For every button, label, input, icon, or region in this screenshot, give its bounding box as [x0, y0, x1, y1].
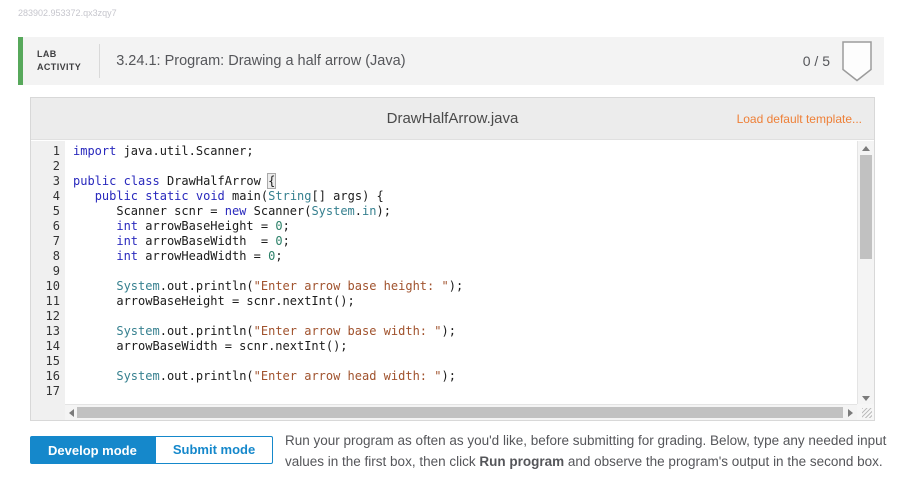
gutter: 1 2 3 4 5 6 7 8 9 10 11 12 13 14 15 16 17: [31, 141, 65, 420]
code-editor-card: DrawHalfArrow.java Load default template…: [30, 97, 875, 421]
vertical-scroll-thumb[interactable]: [860, 155, 872, 259]
line-number: 8: [52, 249, 60, 263]
code-line[interactable]: System.out.println("Enter arrow head wid…: [73, 369, 857, 384]
kicker-line-1: LAB: [37, 49, 57, 60]
line-number: 11: [45, 294, 60, 308]
mode-button-group: Develop mode Submit mode: [30, 436, 274, 464]
code-line[interactable]: [73, 354, 857, 369]
line-number: 6: [52, 219, 60, 233]
code-line[interactable]: arrowBaseHeight = scnr.nextInt();: [73, 294, 857, 309]
code-line[interactable]: arrowBaseWidth = scnr.nextInt();: [73, 339, 857, 354]
line-number: 1: [52, 144, 60, 158]
code-line[interactable]: System.out.println("Enter arrow base wid…: [73, 324, 857, 339]
resize-grip-icon[interactable]: [862, 408, 872, 418]
develop-mode-button[interactable]: Develop mode: [30, 436, 155, 464]
scroll-down-icon[interactable]: [862, 396, 870, 401]
scroll-up-icon[interactable]: [862, 146, 870, 151]
line-number: 2: [52, 159, 60, 173]
kicker-line-2: ACTIVITY: [37, 62, 82, 72]
code-line[interactable]: int arrowHeadWidth = 0;: [73, 249, 857, 264]
line-number: 14: [45, 339, 60, 353]
code-line[interactable]: [73, 384, 857, 399]
line-number: 4: [52, 189, 60, 203]
code-line[interactable]: [73, 309, 857, 324]
code-line[interactable]: int arrowBaseHeight = 0;: [73, 219, 857, 234]
lab-activity-kicker: LAB ACTIVITY: [37, 48, 81, 73]
code-line[interactable]: [73, 159, 857, 174]
instructions-after: and observe the program's output in the …: [564, 454, 883, 469]
scroll-left-icon[interactable]: [69, 409, 74, 417]
line-number: 5: [52, 204, 60, 218]
code-line[interactable]: Scanner scnr = new Scanner(System.in);: [73, 204, 857, 219]
horizontal-scroll-thumb[interactable]: [77, 407, 843, 418]
editor-body[interactable]: 1 2 3 4 5 6 7 8 9 10 11 12 13 14 15 16 17 import java.ut…: [31, 141, 874, 420]
submit-mode-button[interactable]: Submit mode: [154, 436, 274, 464]
line-number: 3: [52, 174, 60, 188]
line-number: 15: [45, 354, 60, 368]
line-number: 9: [52, 264, 60, 278]
editor-header: DrawHalfArrow.java Load default template…: [31, 98, 874, 140]
scroll-right-icon[interactable]: [848, 409, 853, 417]
load-default-template-link[interactable]: Load default template...: [737, 112, 874, 126]
line-number: 17: [45, 384, 60, 398]
completion-badge-icon: [842, 40, 872, 82]
score-label: 0 / 5: [802, 53, 830, 69]
activity-title: 3.24.1: Program: Drawing a half arrow (J…: [116, 53, 406, 69]
line-number: 16: [45, 369, 60, 383]
scrollbar-corner: [857, 404, 874, 420]
instructions-text: Run your program as often as you'd like,…: [285, 430, 890, 472]
code-line[interactable]: [73, 264, 857, 279]
line-number: 10: [45, 279, 60, 293]
document-id: 283902.953372.qx3zqy7: [18, 8, 117, 18]
line-number: 13: [45, 324, 60, 338]
code-line[interactable]: int arrowBaseWidth = 0;: [73, 234, 857, 249]
header-divider: [99, 44, 101, 78]
horizontal-scrollbar[interactable]: [65, 404, 857, 420]
code-line[interactable]: import java.util.Scanner;: [73, 144, 857, 159]
code-area[interactable]: import java.util.Scanner; public class D…: [65, 141, 857, 420]
line-number: 12: [45, 309, 60, 323]
code-line[interactable]: public class DrawHalfArrow {: [73, 173, 857, 189]
activity-header-bar: LAB ACTIVITY 3.24.1: Program: Drawing a …: [18, 37, 884, 85]
code-line[interactable]: public static void main(String[] args) {: [73, 189, 857, 204]
run-program-bold: Run program: [479, 454, 565, 469]
code-line[interactable]: System.out.println("Enter arrow base hei…: [73, 279, 857, 294]
vertical-scrollbar[interactable]: [857, 141, 874, 406]
line-number: 7: [52, 234, 60, 248]
